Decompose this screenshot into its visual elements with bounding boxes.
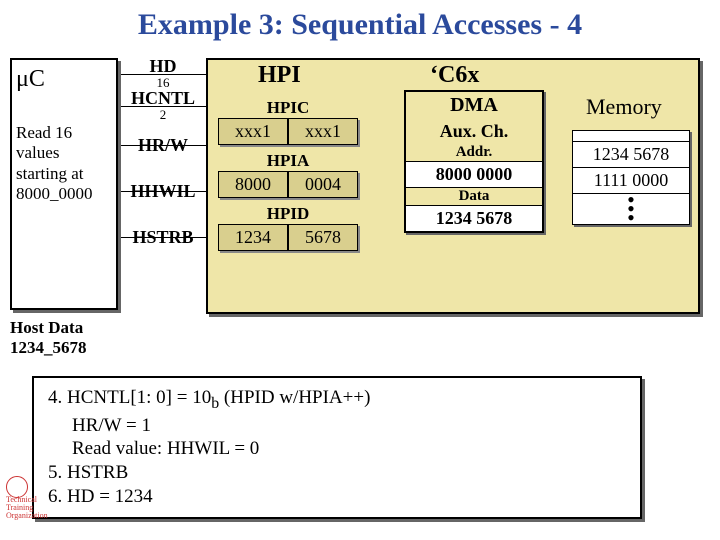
hpi-register-stack: HPIC xxx1 xxx1 HPIA 8000 0004 HPID 1234 … (218, 98, 358, 255)
step-4a-tail: (HPID w/HPIA++) (219, 387, 370, 408)
signal-hcntl: HCNTL 2 (124, 90, 202, 122)
ti-logo-icon (6, 476, 28, 498)
hpi-region: HPI ‘C6x HPIC xxx1 xxx1 HPIA 8000 0004 H… (206, 58, 700, 314)
hpia-value: 8000 0004 (218, 171, 358, 198)
signal-hrw-name: HR/W (138, 136, 188, 154)
step-4a-text: 4. HCNTL[1: 0] = 10 (48, 387, 211, 408)
hpid-hi: 1234 (218, 224, 288, 251)
step-4b: HR/W = 1 (48, 414, 626, 438)
dma-head1: DMA (406, 92, 542, 119)
hpia-title: HPIA (218, 151, 358, 171)
dma-addr: 8000 0000 (406, 161, 542, 187)
memory-label: Memory (586, 94, 662, 120)
hpic-title: HPIC (218, 98, 358, 118)
signal-hstrb: HSTRB (124, 214, 202, 260)
uc-line4: 8000_0000 (16, 184, 112, 204)
dma-data-label: Data (406, 187, 542, 205)
signal-hd-name: HD (150, 57, 177, 75)
step-4a: 4. HCNTL[1: 0] = 10b (HPID w/HPIA++) (48, 386, 626, 414)
steps-box: 4. HCNTL[1: 0] = 10b (HPID w/HPIA++) HR/… (32, 376, 642, 519)
host-data-l2: 1234_5678 (10, 338, 87, 358)
memory-table: 1234 5678 1111 0000 ••• (572, 130, 690, 225)
hpic-lo: xxx1 (288, 118, 358, 145)
signal-hhwil-name: HHWIL (130, 182, 195, 200)
host-data-l1: Host Data (10, 318, 87, 338)
uc-label: μC (16, 66, 112, 93)
slide-title: Example 3: Sequential Accesses - 4 (0, 0, 720, 58)
signal-hrw: HR/W (124, 122, 202, 168)
ti-logo: Technical Training Organization (6, 472, 66, 520)
signal-hhwil: HHWIL (124, 168, 202, 214)
dma-head2: Aux. Ch. (406, 119, 542, 144)
uc-line2: values (16, 143, 112, 163)
uc-line3: starting at (16, 164, 112, 184)
uc-line1: Read 16 (16, 123, 112, 143)
hpid-title: HPID (218, 204, 358, 224)
dma-box: DMA Aux. Ch. Addr. 8000 0000 Data 1234 5… (404, 90, 544, 233)
signal-hcntl-width: 2 (160, 107, 167, 123)
signal-column: HD 16 HCNTL 2 HR/W HHWIL HSTRB (124, 58, 202, 260)
hpic-value: xxx1 xxx1 (218, 118, 358, 145)
hpic-hi: xxx1 (218, 118, 288, 145)
logo-l3: Organization (6, 511, 48, 520)
hpia-hi: 8000 (218, 171, 288, 198)
step-6: 6. HD = 1234 (48, 485, 626, 509)
step-4a-sub: b (211, 395, 219, 412)
signal-hstrb-name: HSTRB (132, 228, 193, 246)
memory-ellipsis: ••• (573, 193, 689, 224)
microcontroller-box: μC Read 16 values starting at 8000_0000 (10, 58, 118, 310)
hpid-lo: 5678 (288, 224, 358, 251)
hpid-value: 1234 5678 (218, 224, 358, 251)
c6x-label: ‘C6x (430, 62, 479, 89)
host-data: Host Data 1234_5678 (10, 318, 87, 357)
dma-data: 1234 5678 (406, 205, 542, 231)
step-5: 5. HSTRB (48, 461, 626, 485)
signal-hd: HD 16 (124, 58, 202, 90)
step-4c: Read value: HHWIL = 0 (48, 437, 626, 461)
hpia-lo: 0004 (288, 171, 358, 198)
memory-row0: 1234 5678 (573, 141, 689, 167)
signal-hcntl-name: HCNTL (131, 89, 195, 107)
hpi-label: HPI (258, 62, 301, 89)
dma-addr-label: Addr. (406, 144, 542, 161)
